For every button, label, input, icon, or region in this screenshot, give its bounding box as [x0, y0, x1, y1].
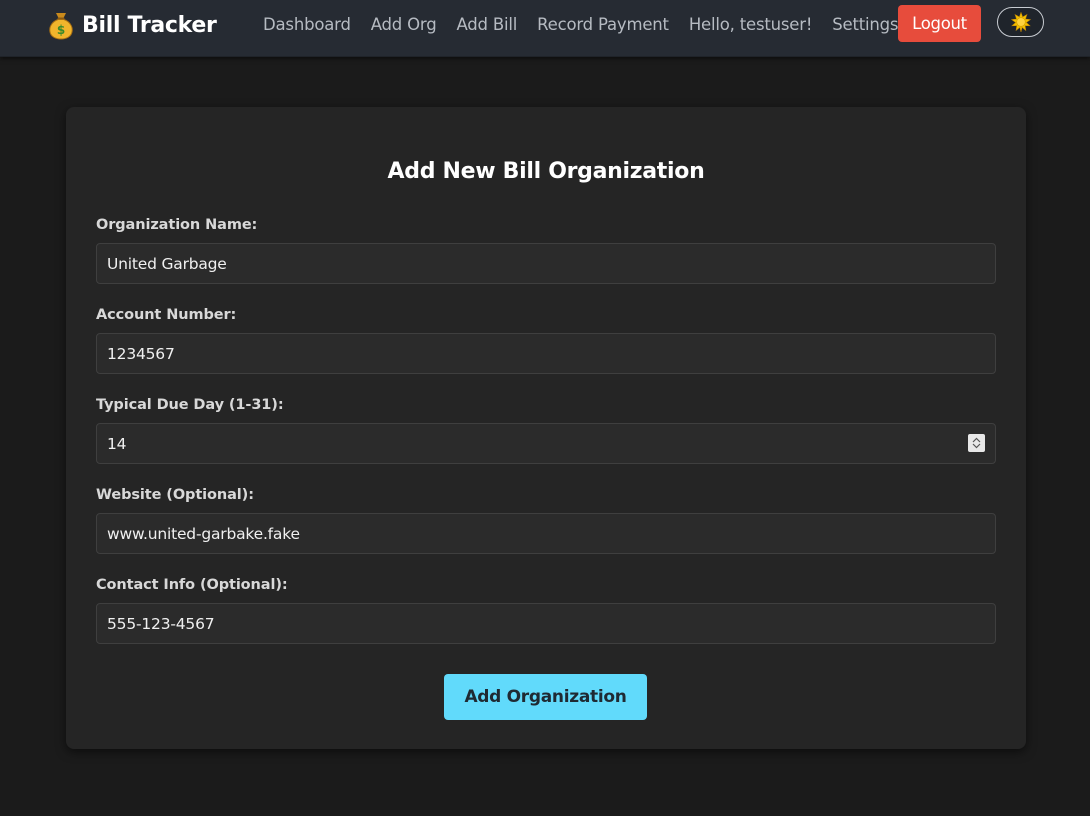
- organization-name-input[interactable]: United Garbage: [96, 243, 996, 284]
- due-day-value: 14: [107, 434, 127, 453]
- account-number-value: 1234567: [107, 344, 175, 363]
- nav-settings-link[interactable]: Settings: [832, 15, 898, 34]
- money-bag-icon: $: [49, 13, 73, 40]
- due-day-label: Typical Due Day (1-31):: [96, 397, 284, 413]
- website-value: www.united-garbake.fake: [107, 524, 300, 543]
- account-number-label: Account Number:: [96, 307, 237, 323]
- due-day-input[interactable]: 14: [96, 423, 996, 464]
- account-number-input[interactable]: 1234567: [96, 333, 996, 374]
- contact-info-value: 555-123-4567: [107, 614, 215, 633]
- add-organization-button[interactable]: Add Organization: [444, 674, 647, 720]
- nav-dashboard-link[interactable]: Dashboard: [263, 15, 351, 34]
- nav-record-payment-link[interactable]: Record Payment: [537, 15, 669, 34]
- add-organization-card: Add New Bill Organization Organization N…: [66, 107, 1026, 749]
- logout-button[interactable]: Logout: [898, 5, 981, 42]
- nav-links: Dashboard Add Org Add Bill Record Paymen…: [263, 12, 918, 36]
- organization-name-value: United Garbage: [107, 254, 227, 273]
- nav-add-org-link[interactable]: Add Org: [371, 15, 437, 34]
- contact-info-input[interactable]: 555-123-4567: [96, 603, 996, 644]
- top-navbar: $ Bill Tracker Dashboard Add Org Add Bil…: [0, 0, 1090, 57]
- form-title: Add New Bill Organization: [387, 159, 705, 184]
- chevron-down-icon[interactable]: [972, 443, 981, 449]
- contact-info-label: Contact Info (Optional):: [96, 577, 288, 593]
- nav-add-bill-link[interactable]: Add Bill: [456, 15, 517, 34]
- svg-text:$: $: [57, 23, 65, 37]
- website-label: Website (Optional):: [96, 487, 254, 503]
- user-greeting: Hello, testuser!: [688, 14, 813, 34]
- sun-icon: [1010, 12, 1031, 32]
- theme-toggle-button[interactable]: [997, 7, 1044, 37]
- website-input[interactable]: www.united-garbake.fake: [96, 513, 996, 554]
- app-title: Bill Tracker: [82, 12, 217, 38]
- brand[interactable]: $ Bill Tracker: [48, 8, 217, 42]
- due-day-stepper[interactable]: [968, 434, 985, 452]
- organization-name-label: Organization Name:: [96, 217, 258, 233]
